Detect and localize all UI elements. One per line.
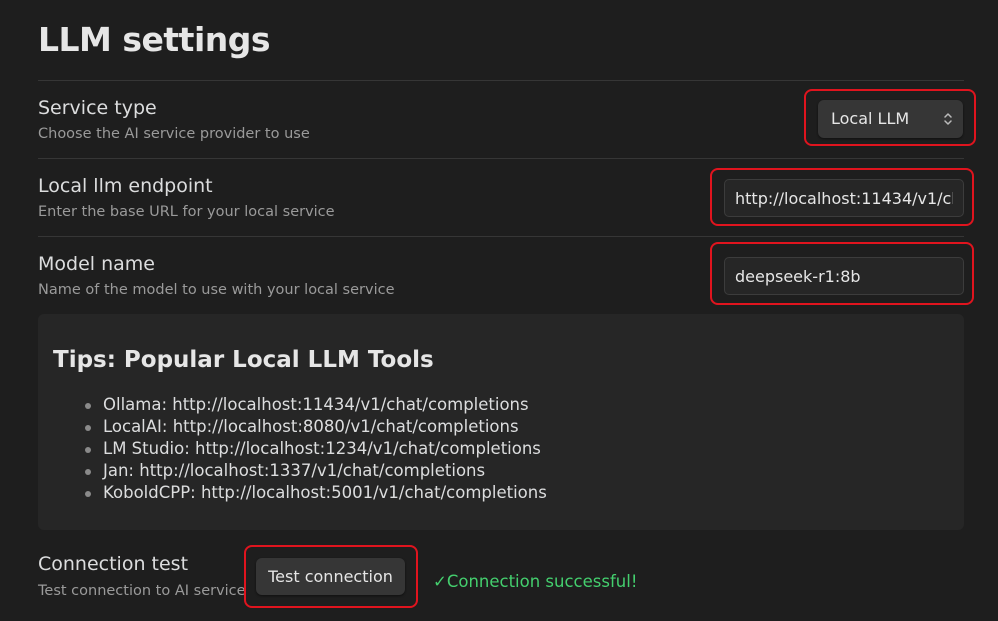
tip-text: Ollama: http://localhost:11434/v1/chat/c… [103,395,529,414]
divider [38,158,964,159]
connection-status: ✓Connection successful! [433,572,638,591]
bullet-icon [85,469,91,475]
endpoint-label: Local llm endpoint [38,175,213,197]
model-name-input[interactable] [724,257,964,295]
connection-test-label: Connection test [38,553,189,575]
list-item: Ollama: http://localhost:11434/v1/chat/c… [83,394,547,416]
service-type-description: Choose the AI service provider to use [38,126,310,142]
list-item: Jan: http://localhost:1337/v1/chat/compl… [83,460,547,482]
divider [38,236,964,237]
tips-panel: Tips: Popular Local LLM Tools Ollama: ht… [38,314,964,530]
tip-text: KoboldCPP: http://localhost:5001/v1/chat… [103,483,547,502]
endpoint-input[interactable] [724,179,964,217]
bullet-icon [85,403,91,409]
model-name-label: Model name [38,253,155,275]
tip-text: LocalAI: http://localhost:8080/v1/chat/c… [103,417,519,436]
page-title: LLM settings [38,20,271,59]
endpoint-description: Enter the base URL for your local servic… [38,204,335,220]
llm-settings-page: LLM settings Service type Choose the AI … [0,0,998,621]
service-type-selected: Local LLM [831,109,910,128]
tips-list: Ollama: http://localhost:11434/v1/chat/c… [83,394,547,504]
connection-test-description: Test connection to AI service [38,583,246,599]
tip-text: LM Studio: http://localhost:1234/v1/chat… [103,439,541,458]
divider [38,80,964,81]
list-item: KoboldCPP: http://localhost:5001/v1/chat… [83,482,547,504]
list-item: LM Studio: http://localhost:1234/v1/chat… [83,438,547,460]
chevron-up-down-icon [943,100,953,138]
tip-text: Jan: http://localhost:1337/v1/chat/compl… [103,461,486,480]
bullet-icon [85,425,91,431]
test-connection-button[interactable]: Test connection [256,558,405,595]
bullet-icon [85,447,91,453]
list-item: LocalAI: http://localhost:8080/v1/chat/c… [83,416,547,438]
tips-title: Tips: Popular Local LLM Tools [53,347,434,373]
service-type-dropdown[interactable]: Local LLM [818,100,963,138]
service-type-label: Service type [38,97,157,119]
bullet-icon [85,491,91,497]
model-name-description: Name of the model to use with your local… [38,282,395,298]
